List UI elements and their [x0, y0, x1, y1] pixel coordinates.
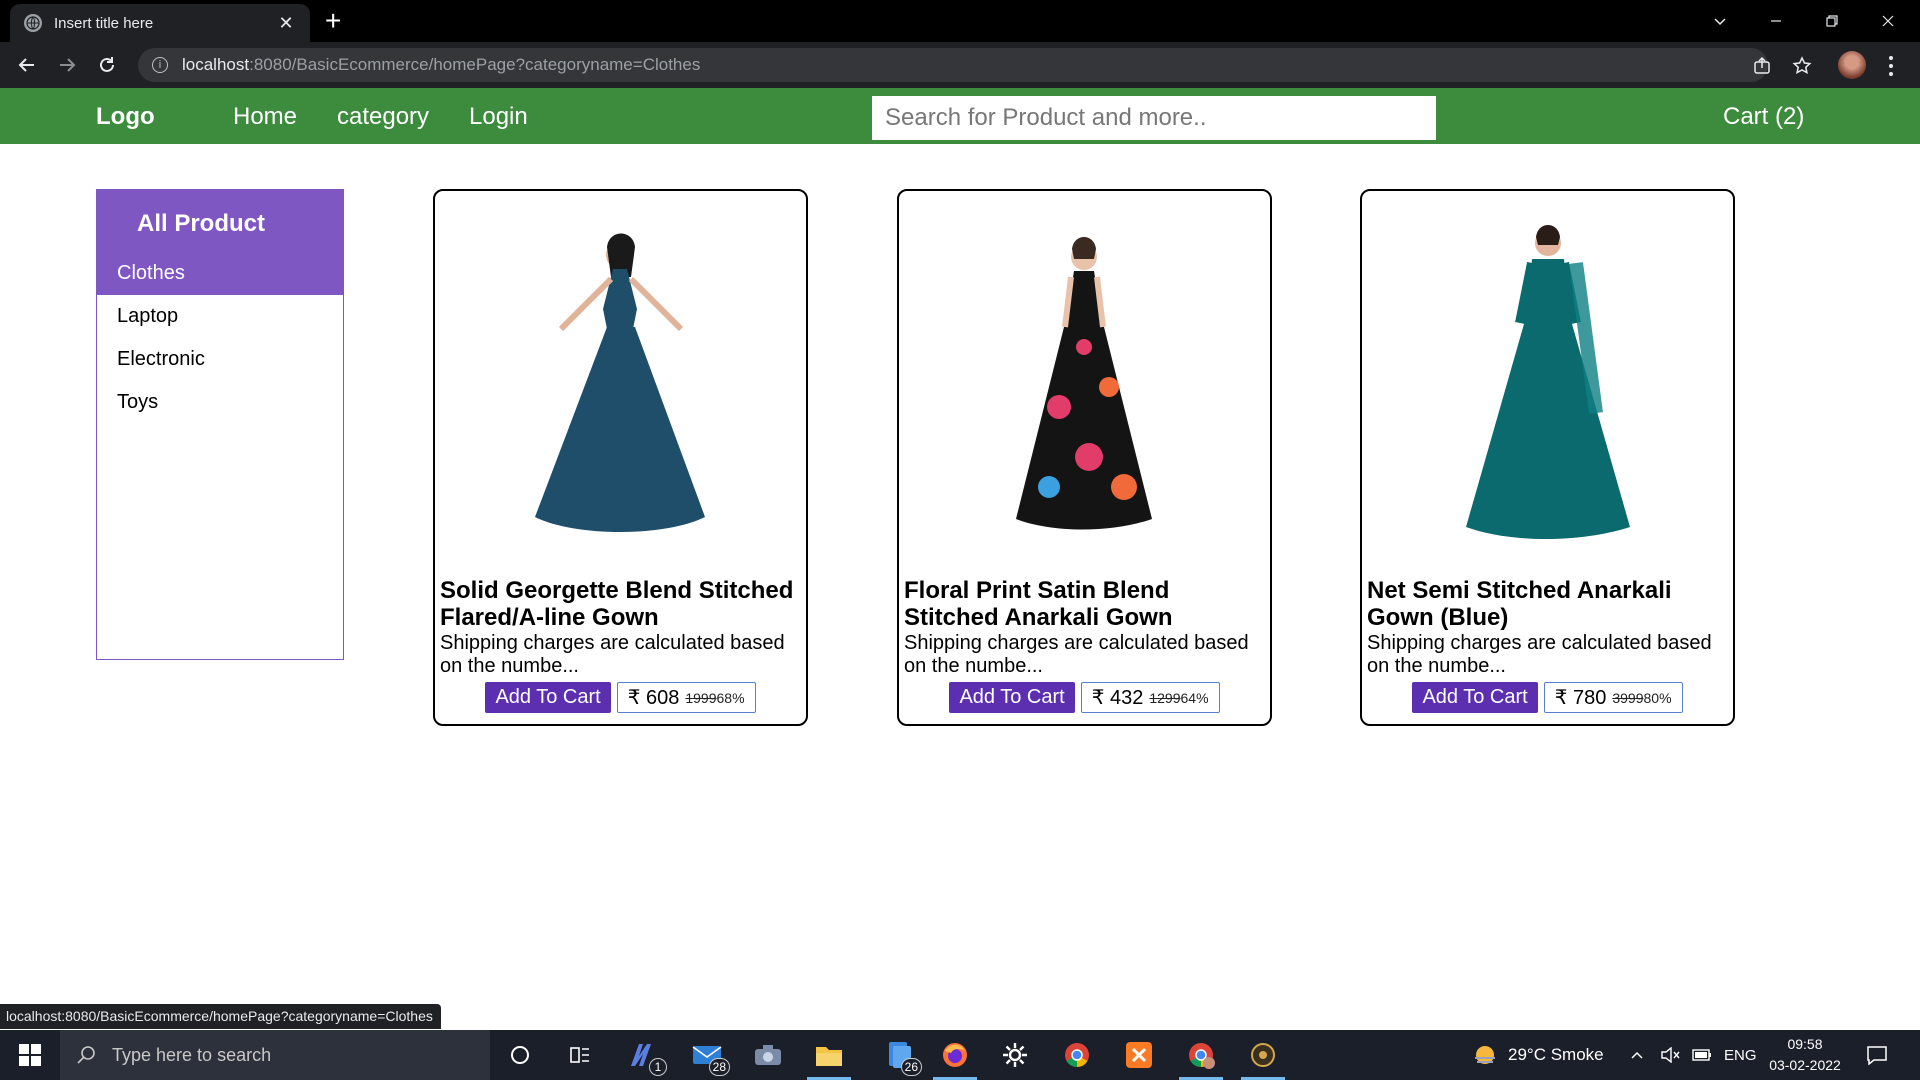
taskbar-search-box[interactable]: Type here to search — [60, 1030, 490, 1080]
settings-gear-icon[interactable] — [998, 1038, 1032, 1072]
category-electronic[interactable]: Electronic — [97, 338, 343, 381]
cart-link[interactable]: Cart (2) — [1723, 103, 1804, 131]
link-status-bubble: localhost:8080/BasicEcommerce/homePage?c… — [0, 1004, 441, 1029]
task-view-icon[interactable] — [563, 1038, 597, 1072]
url-bar[interactable]: i localhost :8080/BasicEcommerce/homePag… — [138, 48, 1768, 82]
product-description: Shipping charges are calculated based on… — [440, 632, 785, 677]
mail-app-icon[interactable]: 1 — [627, 1038, 667, 1076]
clock-date: 03-02-2022 — [1769, 1057, 1841, 1073]
price: ₹ 780 — [1554, 687, 1607, 709]
discount: 80% — [1643, 689, 1672, 706]
notification-center-icon[interactable] — [1866, 1030, 1888, 1080]
category-laptop[interactable]: Laptop — [97, 295, 343, 338]
weather-widget[interactable]: 29°C Smoke — [1472, 1030, 1604, 1080]
weather-text: 29°C Smoke — [1508, 1045, 1604, 1064]
category-toys[interactable]: Toys — [97, 381, 343, 424]
add-to-cart-button[interactable]: Add To Cart — [1412, 682, 1538, 713]
firefox-icon[interactable] — [933, 1038, 977, 1080]
close-window-icon[interactable] — [1860, 0, 1916, 42]
back-icon[interactable] — [12, 50, 42, 80]
site-info-icon[interactable]: i — [152, 57, 168, 73]
forward-icon[interactable] — [52, 50, 82, 80]
product-title[interactable]: Net Semi Stitched Anarkali Gown (Blue) — [1367, 577, 1729, 631]
profile-avatar[interactable] — [1838, 51, 1866, 79]
price: ₹ 608 — [627, 687, 680, 709]
original-price: 1999 — [685, 689, 717, 706]
site-logo[interactable]: Logo — [96, 103, 155, 131]
app-gear-icon[interactable] — [1241, 1038, 1285, 1080]
url-path: :8080/BasicEcommerce/homePage?categoryna… — [249, 55, 701, 74]
product-title[interactable]: Floral Print Satin Blend Stitched Anarka… — [904, 577, 1266, 631]
product-title[interactable]: Solid Georgette Blend Stitched Flared/A-… — [440, 577, 802, 631]
files-app-badge: 26 — [900, 1058, 922, 1076]
tab-title: Insert title here — [54, 14, 154, 32]
product-description: Shipping charges are calculated based on… — [904, 632, 1249, 677]
browser-tab[interactable]: Insert title here ✕ — [10, 4, 310, 42]
address-toolbar: i localhost :8080/BasicEcommerce/homePag… — [0, 42, 1920, 88]
category-clothes[interactable]: Clothes — [97, 252, 343, 295]
price-box: ₹ 432 1299 64% — [1080, 682, 1220, 713]
price-box: ₹ 608 1999 68% — [616, 682, 756, 713]
chrome-profile-icon[interactable] — [1179, 1038, 1223, 1080]
reload-icon[interactable] — [92, 50, 122, 80]
tray-chevron-icon[interactable] — [1630, 1030, 1644, 1080]
add-to-cart-button[interactable]: Add To Cart — [949, 682, 1075, 713]
product-image[interactable] — [899, 207, 1270, 547]
input-language[interactable]: ENG — [1724, 1030, 1757, 1080]
taskbar-search-placeholder: Type here to search — [112, 1044, 272, 1065]
windows-taskbar: Type here to search 1 28 26 29°C Smoke E… — [0, 1030, 1920, 1080]
nav-login[interactable]: Login — [469, 103, 528, 131]
minimize-icon[interactable] — [1748, 0, 1804, 42]
mail-badge: 28 — [708, 1058, 730, 1076]
file-explorer-icon[interactable] — [807, 1038, 851, 1080]
globe-icon — [24, 14, 42, 32]
product-image[interactable] — [435, 207, 806, 547]
price-box: ₹ 780 3999 80% — [1543, 682, 1683, 713]
new-tab-button[interactable]: + — [325, 6, 341, 36]
restore-icon[interactable] — [1804, 0, 1860, 42]
site-header: Logo Home category Login Cart (2) — [0, 88, 1920, 144]
camera-icon[interactable] — [751, 1038, 785, 1072]
tab-search-icon[interactable] — [1692, 0, 1748, 42]
taskbar-clock[interactable]: 09:58 03-02-2022 — [1763, 1034, 1847, 1076]
files-app-icon[interactable]: 26 — [882, 1038, 922, 1076]
category-sidebar: All Product Clothes Laptop Electronic To… — [96, 189, 344, 660]
mail-app-badge: 1 — [649, 1058, 667, 1076]
original-price: 3999 — [1612, 689, 1644, 706]
bookmark-star-icon[interactable] — [1792, 56, 1812, 76]
discount: 68% — [716, 689, 745, 706]
nav-category[interactable]: category — [337, 103, 429, 131]
product-image[interactable] — [1362, 207, 1733, 547]
battery-icon[interactable] — [1692, 1030, 1712, 1080]
product-search-input[interactable] — [872, 96, 1436, 140]
menu-kebab-icon[interactable] — [1886, 54, 1896, 78]
share-icon[interactable] — [1752, 56, 1772, 76]
weather-haze-icon — [1475, 1046, 1495, 1064]
browser-tab-strip: Insert title here ✕ + — [0, 0, 1920, 42]
price: ₹ 432 — [1091, 687, 1144, 709]
add-to-cart-button[interactable]: Add To Cart — [485, 682, 611, 713]
discount: 64% — [1180, 689, 1209, 706]
nav-home[interactable]: Home — [233, 103, 297, 131]
clock-time: 09:58 — [1787, 1036, 1823, 1052]
original-price: 1299 — [1149, 689, 1181, 706]
url-host: localhost — [182, 55, 250, 74]
product-card: Net Semi Stitched Anarkali Gown (Blue) S… — [1360, 189, 1735, 726]
chrome-icon[interactable] — [1060, 1038, 1094, 1072]
sidebar-heading[interactable]: All Product — [97, 190, 343, 252]
mail-icon[interactable]: 28 — [690, 1038, 730, 1076]
product-card: Floral Print Satin Blend Stitched Anarka… — [897, 189, 1272, 726]
windows-start-icon[interactable] — [0, 1030, 60, 1080]
volume-muted-icon[interactable] — [1660, 1030, 1680, 1080]
tab-close-icon[interactable]: ✕ — [276, 13, 296, 34]
product-card: Solid Georgette Blend Stitched Flared/A-… — [433, 189, 808, 726]
xampp-icon[interactable] — [1122, 1038, 1156, 1072]
search-icon — [77, 1046, 95, 1064]
product-description: Shipping charges are calculated based on… — [1367, 632, 1712, 677]
cortana-icon[interactable] — [503, 1038, 537, 1072]
